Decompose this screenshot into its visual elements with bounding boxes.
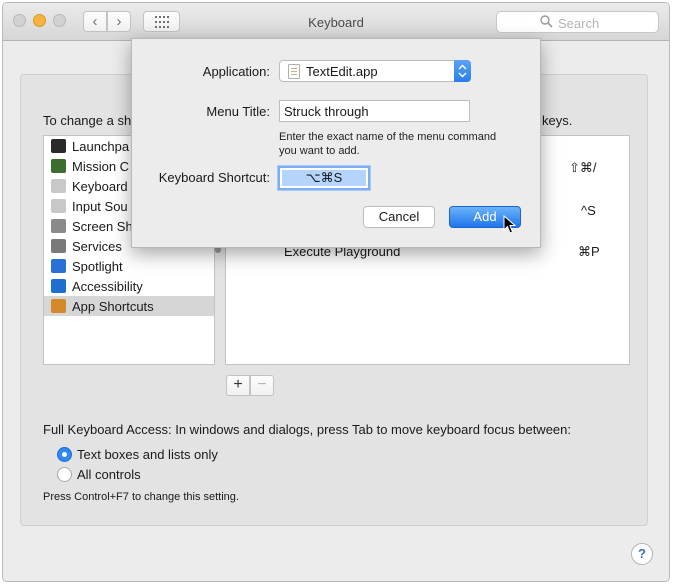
menu-title-label: Menu Title: [206,104,270,119]
screenshot-icon [51,219,66,233]
mouse-cursor-icon [503,215,517,234]
shortcut-value: ⌥⌘S [282,170,366,186]
mission-control-icon [51,159,66,173]
menu-title-input[interactable]: Struck through [279,100,470,122]
category-label: App Shortcuts [72,299,154,314]
title-bar: ‹ › Keyboard Search [3,3,669,41]
launchpad-icon [51,139,66,153]
application-value: TextEdit.app [306,64,378,79]
search-icon [540,15,553,28]
category-label: Mission C [72,159,130,174]
help-icon: ? [638,546,646,561]
popup-arrows-icon [454,60,471,82]
add-shortcut-button[interactable]: + [226,375,250,396]
category-label: Services [72,239,122,254]
keyboard-icon [51,179,66,193]
hint-line: Enter the exact name of the menu command [279,131,497,143]
help-button[interactable]: ? [631,543,653,565]
category-label: Screen Sh [72,219,133,234]
category-label: Keyboard [72,179,128,194]
cancel-button[interactable]: Cancel [363,206,435,228]
full-keyboard-access-label: Full Keyboard Access: In windows and dia… [43,422,571,437]
category-item[interactable]: Spotlight [44,256,214,276]
hint-line: you want to add. [279,145,360,157]
menu-title-hint: Enter the exact name of the menu command… [279,130,496,158]
search-placeholder: Search [558,16,600,31]
radio-button[interactable] [57,467,72,482]
app-shortcuts-icon [51,299,66,313]
accessibility-icon [51,279,66,293]
spotlight-icon [51,259,66,273]
category-label: Launchpa [72,139,130,154]
radio-label: Text boxes and lists only [77,447,218,462]
keyboard-shortcut-label: Keyboard Shortcut: [158,170,270,185]
add-shortcut-sheet: Application: TextEdit.app Menu Title: St… [131,38,541,248]
search-field[interactable]: Search [496,11,659,33]
instructions-text: To change a sh [43,113,132,128]
application-label: Application: [202,64,270,79]
category-label: Input Sou [72,199,128,214]
instructions-text-tail: keys. [542,113,573,128]
category-label: Spotlight [72,259,123,274]
radio-button-selected[interactable] [57,447,72,462]
gear-icon [51,239,66,253]
shortcut-key: ⇧⌘/ [569,160,597,175]
category-item[interactable]: Accessibility [44,276,214,296]
application-popup[interactable]: TextEdit.app [279,60,471,82]
textedit-icon [288,64,300,79]
shortcut-key: ⌘P [578,244,600,259]
category-item[interactable]: App Shortcuts [44,296,214,316]
category-label: Accessibility [72,279,143,294]
shortcut-key: ^S [581,203,596,218]
remove-shortcut-button[interactable]: − [250,375,274,396]
keyboard-shortcut-field[interactable]: ⌥⌘S [278,166,370,190]
input-sources-icon [51,199,66,213]
radio-label: All controls [77,467,141,482]
keyboard-access-note: Press Control+F7 to change this setting. [43,491,239,503]
